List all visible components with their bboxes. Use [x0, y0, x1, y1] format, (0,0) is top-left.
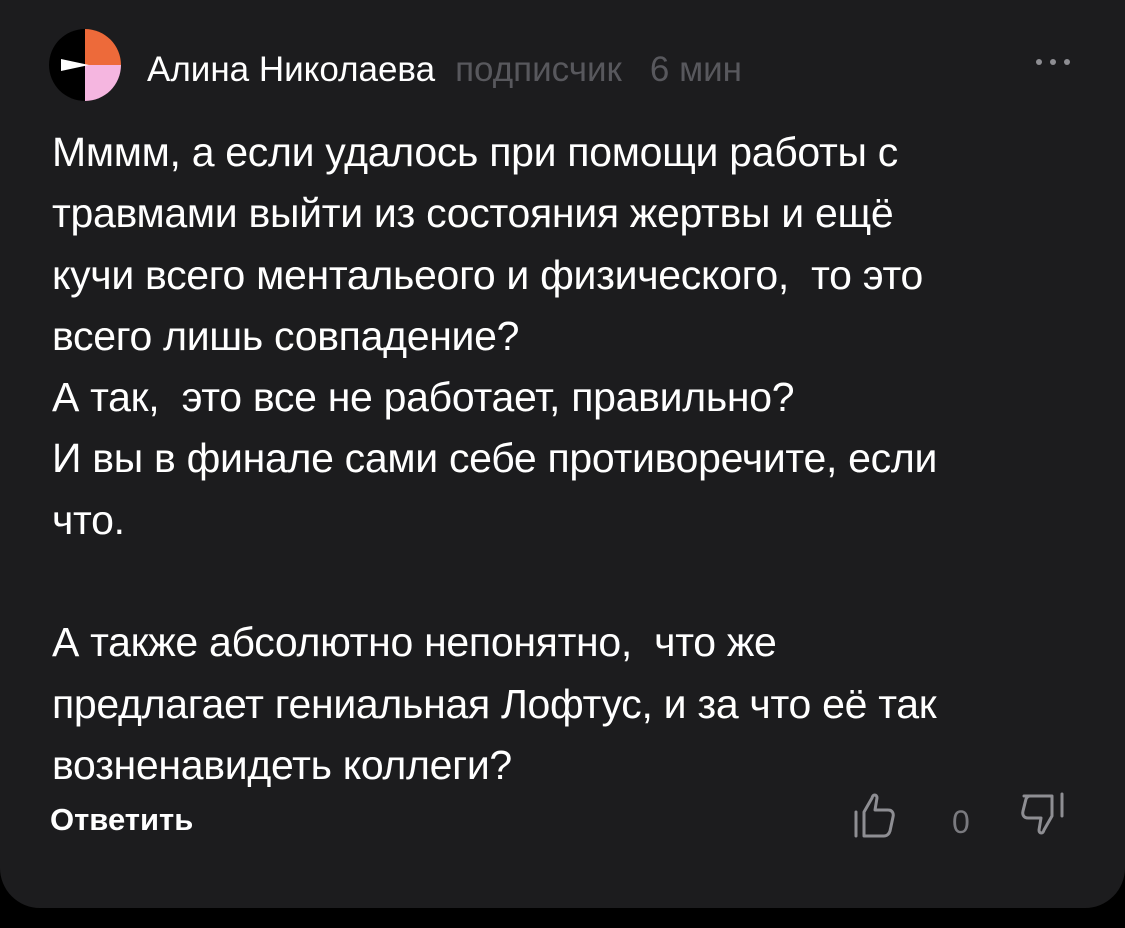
vote-count: 0 — [952, 804, 970, 840]
thumbs-down-icon[interactable] — [1018, 786, 1074, 842]
comment-text: Мммм, а если удалось при помощи работы с… — [52, 129, 938, 788]
comment-card: Алина Николаева подписчик 6 мин Мммм, а … — [0, 0, 1125, 908]
comment-header: Алина Николаева подписчик 6 мин — [147, 50, 742, 94]
author-name[interactable]: Алина Николаева — [147, 50, 435, 90]
comment-timestamp: 6 мин — [649, 50, 743, 89]
avatar[interactable] — [49, 29, 121, 101]
ellipsis-horizontal-icon[interactable] — [1030, 50, 1076, 74]
thumbs-up-icon[interactable] — [852, 786, 898, 842]
reply-button[interactable]: Ответить — [50, 802, 193, 838]
author-role: подписчик — [455, 50, 622, 89]
